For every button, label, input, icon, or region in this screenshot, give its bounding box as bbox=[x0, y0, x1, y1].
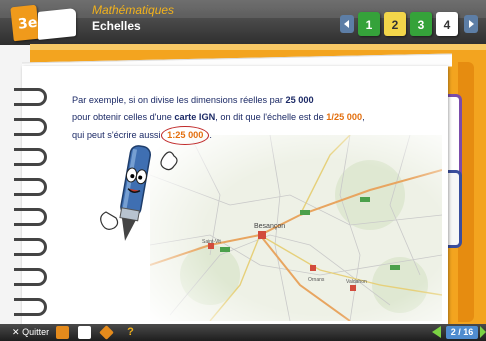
document-icon[interactable] bbox=[78, 326, 91, 339]
text-segment: Par exemple, si on divise les dimensions… bbox=[72, 95, 286, 105]
background-stripe bbox=[30, 44, 486, 50]
subject-title: Mathématiques bbox=[92, 3, 175, 17]
spiral-ring bbox=[14, 268, 47, 286]
map-label-ornans: Ornans bbox=[308, 277, 325, 283]
spiral-ring bbox=[14, 238, 47, 256]
tab-page-2[interactable]: 2 bbox=[384, 12, 406, 36]
tab-page-3[interactable]: 3 bbox=[410, 12, 432, 36]
spiral-ring bbox=[14, 178, 47, 196]
quit-label: Quitter bbox=[22, 327, 50, 337]
text-segment: , on dit que l'échelle est de bbox=[215, 112, 327, 122]
pen-mascot-icon bbox=[100, 145, 178, 241]
explanation-line-3: qui peut s'écrire aussi 1:25 000. bbox=[72, 126, 402, 145]
explanation-text: Par exemple, si on divise les dimensions… bbox=[72, 92, 402, 145]
bold-term: carte IGN bbox=[174, 112, 216, 122]
spiral-ring bbox=[14, 118, 47, 136]
next-page-icon[interactable] bbox=[480, 326, 486, 338]
text-segment: . bbox=[209, 130, 212, 140]
highlight-scale: 1/25 000 bbox=[326, 112, 363, 122]
text-segment: pour obtenir celles d'une bbox=[72, 112, 175, 122]
logo-label: 3e bbox=[17, 14, 39, 33]
bottom-toolbar: ✕ Quitter ? 2 / 16 bbox=[0, 324, 486, 341]
spiral-ring bbox=[14, 88, 47, 106]
explanation-line-1: Par exemple, si on divise les dimensions… bbox=[72, 92, 402, 109]
spiral-ring bbox=[14, 148, 47, 166]
tab-page-4[interactable]: 4 bbox=[436, 12, 458, 36]
spiral-ring bbox=[14, 208, 47, 226]
prev-arrow-icon[interactable] bbox=[340, 15, 354, 33]
map-label-besancon: Besançon bbox=[254, 223, 285, 230]
page-indicator: 2 / 16 bbox=[446, 326, 478, 339]
diamond-icon[interactable] bbox=[99, 325, 114, 340]
highlight-number: 25 000 bbox=[285, 95, 314, 105]
close-icon: ✕ bbox=[12, 327, 20, 337]
quit-button[interactable]: ✕ Quitter bbox=[12, 326, 49, 339]
text-segment: , bbox=[362, 112, 365, 122]
app-window: 3e Mathématiques Echelles 1 2 3 4 Besanç… bbox=[0, 0, 486, 341]
prev-page-icon[interactable] bbox=[432, 326, 441, 338]
help-icon[interactable]: ? bbox=[124, 326, 137, 339]
book-icon bbox=[38, 8, 76, 40]
next-arrow-icon[interactable] bbox=[464, 15, 478, 33]
map-image: Besançon Ornans Saint-Vit Valdahon bbox=[150, 135, 442, 321]
map-label-saint-vit: Saint-Vit bbox=[202, 239, 221, 245]
spiral-ring bbox=[14, 298, 47, 316]
logo-icon: 3e bbox=[10, 4, 40, 42]
text-segment: qui peut s'écrire aussi bbox=[72, 130, 164, 140]
explanation-line-2: pour obtenir celles d'une carte IGN, on … bbox=[72, 109, 402, 126]
tab-page-1[interactable]: 1 bbox=[358, 12, 380, 36]
map-label-valdahon: Valdahon bbox=[346, 279, 367, 285]
circled-scale: 1:25 000 bbox=[161, 126, 210, 145]
header-bar: 3e Mathématiques Echelles 1 2 3 4 bbox=[0, 0, 486, 45]
sound-icon[interactable] bbox=[56, 326, 69, 339]
chapter-title: Echelles bbox=[92, 19, 141, 33]
